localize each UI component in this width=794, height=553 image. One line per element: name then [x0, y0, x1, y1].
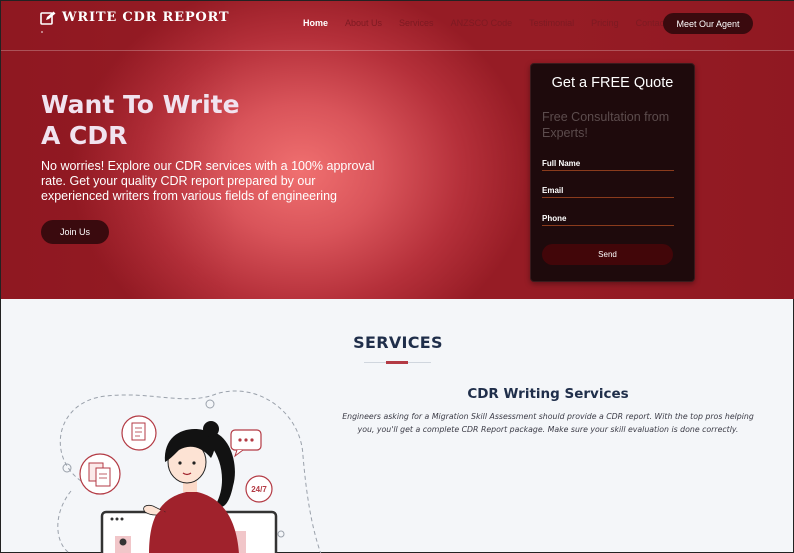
quote-form: Get a FREE Quote Free Consultation from …: [530, 63, 695, 282]
files-icon: [79, 453, 121, 495]
hero-description: No worries! Explore our CDR services wit…: [41, 159, 375, 203]
nav-about-us[interactable]: About Us: [345, 18, 382, 28]
full-name-field[interactable]: [542, 157, 674, 171]
send-button[interactable]: Send: [542, 244, 673, 265]
support-24-7-icon: 24/7: [245, 475, 273, 503]
edit-icon: [40, 11, 56, 25]
quote-title: Get a FREE Quote: [551, 75, 674, 91]
brand-dot: [41, 31, 43, 33]
service-description: Engineers asking for a Migration Skill A…: [342, 412, 754, 434]
chat-icon: [230, 429, 262, 458]
document-icon: [121, 415, 157, 451]
hero-title-line1: Want To Write: [41, 90, 240, 119]
hero-title: Want To Write A CDR: [41, 89, 240, 151]
service-title: CDR Writing Services: [467, 386, 629, 402]
top-navbar: WRITE CDR REPORT Home About Us Services …: [1, 1, 794, 51]
meet-agent-button[interactable]: Meet Our Agent: [663, 13, 753, 34]
woman-figure: [143, 421, 239, 553]
email-field[interactable]: [542, 184, 674, 198]
nav-anzsco-code[interactable]: ANZSCO Code: [451, 18, 513, 28]
nav-home[interactable]: Home: [303, 18, 328, 28]
brand-logo[interactable]: WRITE CDR REPORT: [40, 10, 229, 25]
services-heading: SERVICES: [353, 333, 443, 352]
quote-subtitle: Free Consultation from Experts!: [542, 110, 670, 140]
services-illustration: 24/7: [57, 390, 322, 553]
join-us-button[interactable]: Join Us: [41, 220, 109, 244]
nav-testimonial[interactable]: Testimonial: [529, 18, 574, 28]
nav-links: Home About Us Services ANZSCO Code Testi…: [303, 18, 684, 28]
brand-name: WRITE CDR REPORT: [62, 10, 230, 25]
nav-services[interactable]: Services: [399, 18, 434, 28]
nav-pricing[interactable]: Pricing: [591, 18, 619, 28]
heading-divider-accent: [386, 361, 408, 364]
phone-field[interactable]: [542, 212, 674, 226]
hero-title-line2: A CDR: [41, 121, 128, 150]
support-24-7-label: 24/7: [251, 485, 267, 494]
